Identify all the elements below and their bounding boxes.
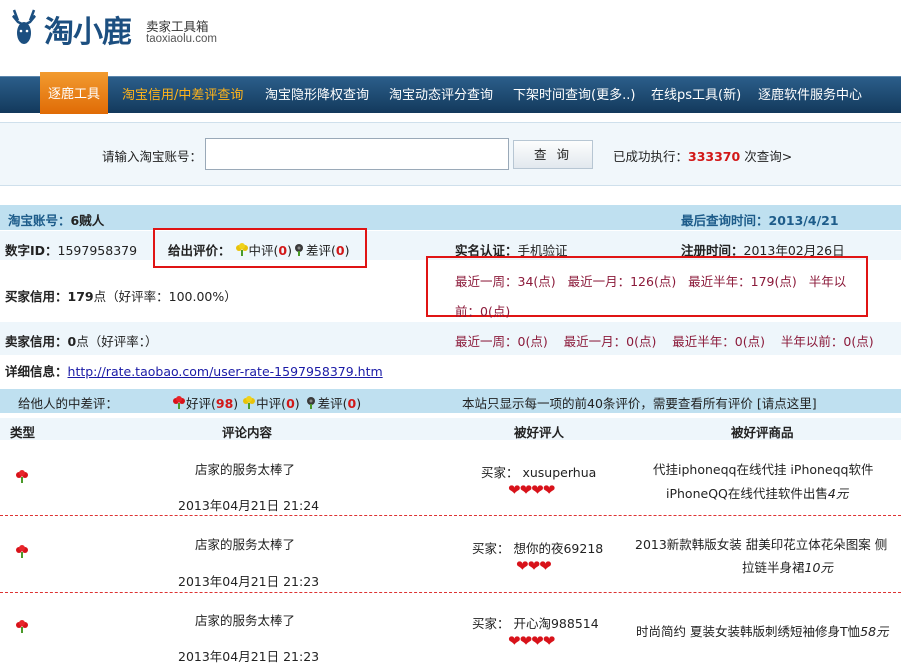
nav-item-dsr-query[interactable]: 淘宝动态评分查询 xyxy=(389,77,493,114)
comment-time: 2013年04月21日 21:23 xyxy=(178,649,320,664)
nav-item-hidden-rank[interactable]: 淘宝隐形降权查询 xyxy=(265,77,369,114)
seller-credit: 卖家信用：0点（好评率：） xyxy=(5,334,158,349)
nav-item-delist-time[interactable]: 下架时间查询(更多..) xyxy=(513,77,635,114)
nav-item-credit-query[interactable]: 淘宝信用/中差评查询 xyxy=(122,77,243,114)
site-logo-text[interactable]: 淘小鹿 xyxy=(44,7,132,51)
comment-text: 店家的服务太棒了 xyxy=(195,537,296,552)
comment-text: 店家的服务太棒了 xyxy=(195,462,296,477)
buyer-stats: 最近一周：34(点) 最近一月：126(点) 最近半年：179(点) 半年以 xyxy=(455,274,847,289)
yellow-flower-icon xyxy=(242,396,256,410)
summary-note[interactable]: 本站只显示每一项的前40条评价，需要查看所有评价 [请点这里] xyxy=(462,393,817,412)
exec-number: 333370 xyxy=(688,149,741,164)
gray-flower-icon xyxy=(304,396,318,410)
given-rating: 给出评价： 中评(0) 差评(0) xyxy=(168,243,350,258)
col-comment: 评论内容 xyxy=(222,425,273,440)
item-title-line2[interactable]: iPhoneQQ在线代挂软件出售4元 xyxy=(666,483,848,502)
main-nav: 逐鹿工具 淘宝信用/中差评查询 淘宝隐形降权查询 淘宝动态评分查询 下架时间查询… xyxy=(0,72,901,114)
col-rated-user: 被好评人 xyxy=(514,425,565,440)
buyer-credit: 买家信用：179点（好评率：100.00%） xyxy=(5,289,237,304)
rated-buyer[interactable]: 买家： xusuperhua xyxy=(481,462,596,481)
comment-text: 店家的服务太棒了 xyxy=(195,613,296,628)
nav-item-service-center[interactable]: 逐鹿软件服务中心 xyxy=(758,77,862,114)
buyer-stats-before: 前：0(点) xyxy=(455,304,511,319)
red-flower-icon xyxy=(15,620,29,634)
account-input[interactable] xyxy=(205,138,509,170)
heart-rank-icon: ❤❤❤❤ xyxy=(508,481,555,499)
nav-item-online-ps[interactable]: 在线ps工具(新) xyxy=(651,77,741,114)
item-title[interactable]: 时尚简约 夏装女装韩版刺绣短袖修身T恤58元 xyxy=(636,621,889,640)
rated-buyer[interactable]: 买家： 想你的夜69218 xyxy=(472,538,603,557)
query-button[interactable]: 查 询 xyxy=(513,140,593,169)
heart-rank-icon: ❤❤❤❤ xyxy=(508,632,555,650)
summary-label: 给他人的中差评： xyxy=(18,396,119,411)
comment-time: 2013年04月21日 21:23 xyxy=(178,574,320,589)
exec-count[interactable]: 已成功执行：333370 次查询> xyxy=(613,146,792,165)
user-id: 数字ID：1597958379 xyxy=(5,243,138,258)
rate-link[interactable]: http://rate.taobao.com/user-rate-1597958… xyxy=(68,364,383,379)
summary-counts: 好评(98) 中评(0) 差评(0) xyxy=(172,393,361,412)
row-divider xyxy=(0,592,901,593)
rated-buyer[interactable]: 买家： 开心淘988514 xyxy=(472,613,599,632)
account-name: 淘宝账号：6贼人 xyxy=(8,213,105,228)
yellow-flower-icon xyxy=(235,243,249,257)
logo-domain: taoxiaolu.com xyxy=(146,33,217,45)
comment-time: 2013年04月21日 21:24 xyxy=(178,498,320,513)
gray-flower-icon xyxy=(292,243,306,257)
detail-info: 详细信息：http://rate.taobao.com/user-rate-15… xyxy=(5,364,383,379)
stag-logo-icon xyxy=(12,9,36,44)
exec-suffix: 次查询> xyxy=(744,149,793,164)
seller-stats: 最近一周：0(点) 最近一月：0(点) 最近半年：0(点) 半年以前：0(点) xyxy=(455,334,874,349)
item-title[interactable]: 2013新款韩版女装 甜美印花立体花朵图案 侧 xyxy=(635,534,887,553)
red-flower-icon xyxy=(15,545,29,559)
red-flower-icon xyxy=(172,396,186,410)
heart-rank-icon: ❤❤❤ xyxy=(516,557,552,575)
col-type: 类型 xyxy=(10,425,36,440)
item-title-line2[interactable]: 拉链半身裙10元 xyxy=(742,557,833,576)
col-rated-item: 被好评商品 xyxy=(731,425,794,440)
item-title[interactable]: 代挂iphoneqq在线代挂 iPhoneqq软件 xyxy=(653,459,874,478)
search-label: 请输入淘宝账号： xyxy=(102,149,203,164)
nav-item-tools[interactable]: 逐鹿工具 xyxy=(40,72,109,114)
red-flower-icon xyxy=(15,470,29,484)
row-divider xyxy=(0,515,901,516)
exec-prefix: 已成功执行： xyxy=(613,149,689,164)
